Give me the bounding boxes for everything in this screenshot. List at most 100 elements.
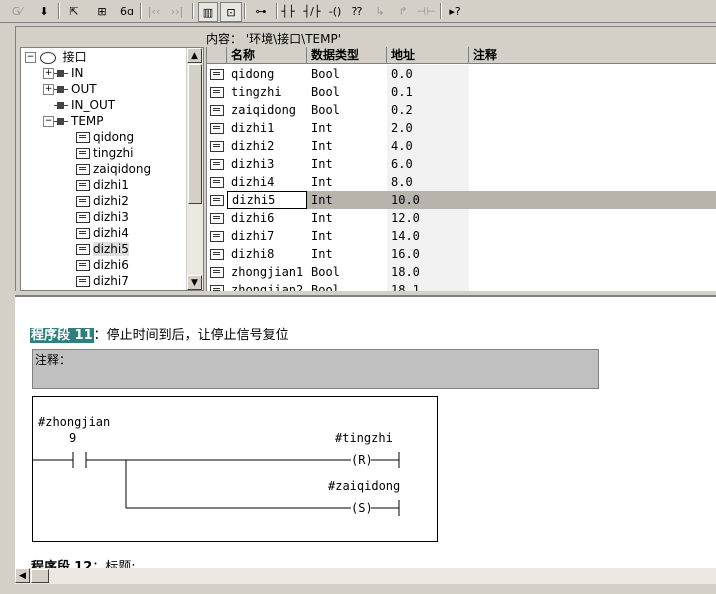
tree-item-tingzhi[interactable]: tingzhi xyxy=(76,145,134,161)
empty-box-icon[interactable]: ⁇ xyxy=(348,2,366,20)
cell-type[interactable]: Int xyxy=(307,137,387,155)
connection-icon[interactable]: ⊣⊢ xyxy=(416,2,436,20)
cell-comment[interactable] xyxy=(469,83,716,101)
cell-type[interactable]: Int xyxy=(307,209,387,227)
cell-type[interactable]: Int xyxy=(307,245,387,263)
coil-set-symbol[interactable]: (S) xyxy=(351,501,373,515)
no-contact-icon[interactable]: ┤├ xyxy=(279,2,297,20)
table-row[interactable]: dizhi2 Int 4.0 xyxy=(207,137,716,155)
cell-comment[interactable] xyxy=(469,245,716,263)
table-header-address[interactable]: 地址 xyxy=(387,47,469,64)
cell-name[interactable]: zhongjian2 xyxy=(227,281,307,291)
table-row[interactable]: dizhi1 Int 2.0 xyxy=(207,119,716,137)
cell-name[interactable]: zaiqidong xyxy=(227,101,307,119)
tree-item-temp[interactable]: − TEMP xyxy=(43,113,104,129)
table-row[interactable]: zaiqidong Bool 0.2 xyxy=(207,101,716,119)
open-network-icon[interactable]: ⇱ xyxy=(64,2,84,20)
tree-item-dizhi4[interactable]: dizhi4 xyxy=(76,225,129,241)
cell-address[interactable]: 18.1 xyxy=(387,281,469,291)
overview-icon[interactable]: ▥ xyxy=(198,2,218,22)
scroll-up-icon[interactable]: ▲ xyxy=(187,48,202,63)
cell-type[interactable]: Bool xyxy=(307,263,387,281)
table-row[interactable]: dizhi8 Int 16.0 xyxy=(207,245,716,263)
cell-address[interactable]: 10.0 xyxy=(387,191,469,209)
tree-item-dizhi3[interactable]: dizhi3 xyxy=(76,209,129,225)
cell-name[interactable]: dizhi5 xyxy=(227,191,307,209)
tree-item-dizhi6[interactable]: dizhi6 xyxy=(76,257,129,273)
cell-type[interactable]: Bool xyxy=(307,83,387,101)
cell-address[interactable]: 4.0 xyxy=(387,137,469,155)
ladder-diagram[interactable]: #zhongjian 9 #tingzhi (R) #zaiqidong (S) xyxy=(32,396,438,542)
cell-type[interactable]: Int xyxy=(307,173,387,191)
cell-address[interactable]: 0.1 xyxy=(387,83,469,101)
table-row[interactable]: tingzhi Bool 0.1 xyxy=(207,83,716,101)
cell-type[interactable]: Bool xyxy=(307,65,387,83)
cell-type[interactable]: Bool xyxy=(307,101,387,119)
cell-type[interactable]: Int xyxy=(307,119,387,137)
cell-type[interactable]: Int xyxy=(307,191,387,209)
expand-icon[interactable]: + xyxy=(43,84,54,95)
cell-address[interactable]: 2.0 xyxy=(387,119,469,137)
tree-item-out[interactable]: + OUT xyxy=(43,81,97,97)
cell-type[interactable]: Int xyxy=(307,227,387,245)
network-view-icon[interactable]: ⊞ xyxy=(92,2,112,20)
cell-name[interactable]: dizhi1 xyxy=(227,119,307,137)
cell-comment[interactable] xyxy=(469,119,716,137)
table-row[interactable]: dizhi7 Int 14.0 xyxy=(207,227,716,245)
network-comment-box[interactable]: 注释： xyxy=(32,349,599,389)
cell-comment[interactable] xyxy=(469,155,716,173)
cell-address[interactable]: 18.0 xyxy=(387,263,469,281)
open-branch-icon[interactable]: ↳ xyxy=(371,2,389,20)
cell-name[interactable]: qidong xyxy=(227,65,307,83)
cell-type[interactable]: Int xyxy=(307,155,387,173)
details-icon[interactable]: ⊡ xyxy=(220,2,242,22)
table-row[interactable]: dizhi4 Int 8.0 xyxy=(207,173,716,191)
table-row[interactable]: zhongjian1 Bool 18.0 xyxy=(207,263,716,281)
cell-address[interactable]: 6.0 xyxy=(387,155,469,173)
table-header-name[interactable]: 名称 xyxy=(227,47,307,64)
prev-network-icon[interactable]: |‹‹ xyxy=(145,2,163,20)
tree-root-interface[interactable]: − 接口 xyxy=(25,49,87,65)
tree-item-in[interactable]: + IN xyxy=(43,65,84,81)
cell-name[interactable]: dizhi6 xyxy=(227,209,307,227)
table-header-type[interactable]: 数据类型 xyxy=(307,47,387,64)
cell-name[interactable]: dizhi4 xyxy=(227,173,307,191)
expand-icon[interactable]: + xyxy=(43,68,54,79)
cell-comment[interactable] xyxy=(469,209,716,227)
cell-address[interactable]: 12.0 xyxy=(387,209,469,227)
scroll-left-icon[interactable]: ◀ xyxy=(15,568,30,583)
cell-comment[interactable] xyxy=(469,101,716,119)
cell-name[interactable]: dizhi3 xyxy=(227,155,307,173)
cell-name[interactable]: tingzhi xyxy=(227,83,307,101)
scroll-thumb[interactable] xyxy=(188,64,202,204)
tree-item-dizhi7[interactable]: dizhi7 xyxy=(76,273,129,289)
cell-name[interactable]: zhongjian1 xyxy=(227,263,307,281)
cell-comment[interactable] xyxy=(469,263,716,281)
monitor-glasses-icon[interactable]: 6ɑ xyxy=(116,2,138,20)
tree-item-qidong[interactable]: qidong xyxy=(76,129,134,145)
table-row[interactable]: qidong Bool 0.0 xyxy=(207,65,716,83)
cell-comment[interactable] xyxy=(469,227,716,245)
editor-horizontal-scrollbar[interactable]: ◀ xyxy=(15,568,716,584)
cell-address[interactable]: 0.2 xyxy=(387,101,469,119)
tree-item-dizhi5[interactable]: dizhi5 xyxy=(76,241,129,257)
scroll-down-icon[interactable]: ▼ xyxy=(187,275,202,290)
network-11-label[interactable]: 程序段 11 xyxy=(30,328,94,343)
cell-address[interactable]: 16.0 xyxy=(387,245,469,263)
cell-name[interactable]: dizhi2 xyxy=(227,137,307,155)
next-network-icon[interactable]: ››| xyxy=(167,2,187,20)
cell-address[interactable]: 8.0 xyxy=(387,173,469,191)
hscroll-thumb[interactable] xyxy=(31,569,49,583)
cell-comment[interactable] xyxy=(469,173,716,191)
cell-comment[interactable] xyxy=(469,65,716,83)
collapse-icon[interactable]: − xyxy=(43,116,54,127)
nc-contact-icon[interactable]: ┤/├ xyxy=(302,2,322,20)
table-header-comment[interactable]: 注释 xyxy=(469,47,716,64)
cell-address[interactable]: 0.0 xyxy=(387,65,469,83)
insert-network-icon[interactable]: ⊶ xyxy=(250,2,272,20)
coil-reset-symbol[interactable]: (R) xyxy=(351,453,373,467)
cell-comment[interactable] xyxy=(469,281,716,291)
cell-comment[interactable] xyxy=(469,137,716,155)
compile-icon[interactable]: G⁄ xyxy=(6,2,28,20)
close-branch-icon[interactable]: ↱ xyxy=(394,2,412,20)
